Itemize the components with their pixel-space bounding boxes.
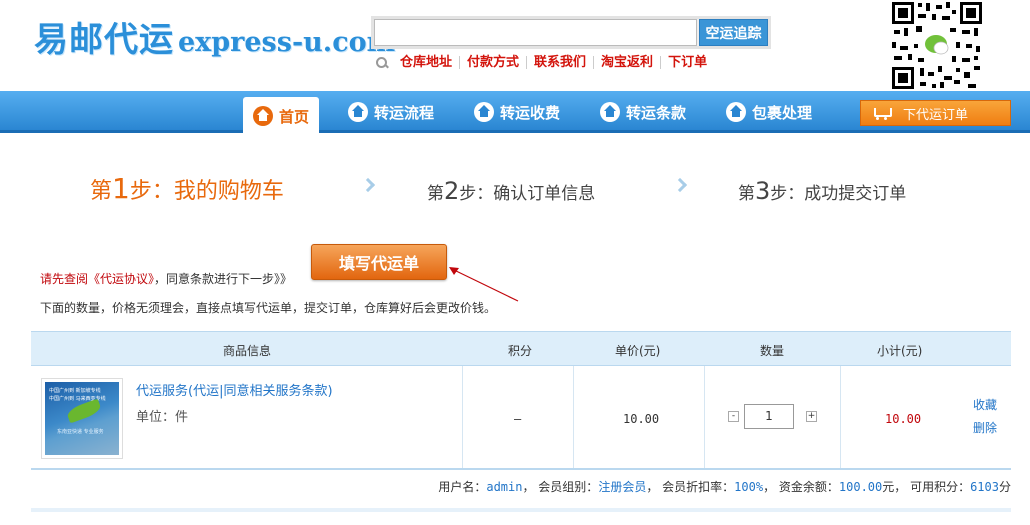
summary-label: ， 会员折扣率： [646,480,735,494]
link-warehouse-address[interactable]: 仓库地址 [393,56,461,69]
summary-label: 元， 可用积分： [882,480,971,494]
member-group-value: 注册会员 [598,480,647,494]
nav-label: 转运收费 [500,103,561,122]
subtotal-value: 10.00 [885,412,922,426]
step-number: 1 [112,172,130,205]
quick-links: 仓库地址 付款方式 联系我们 淘宝返利 下订单 [376,56,714,69]
cell-divider [462,366,463,468]
summary-label: 分 [998,480,1011,494]
points-value: — [514,412,522,426]
nav-item-process[interactable]: 转运流程 [348,91,434,133]
product-thumbnail[interactable]: 中国广州到 新加坡专线 中国广州到 马来西亚专线 东南亚快递 专业服务 [41,378,123,459]
step-number: 2 [444,177,460,205]
search-input[interactable] [374,19,697,46]
step-prefix: 第 [90,179,113,204]
step-number: 3 [755,177,771,205]
account-summary: 用户名：admin， 会员组别：注册会员， 会员折扣率：100%， 资金余额：1… [31,478,1011,495]
order-button-label: 下代运订单 [903,107,969,123]
col-unit-price: 单价(元) [615,344,661,358]
summary-label: 用户名： [438,480,487,494]
air-tracking-button[interactable]: 空运追踪 [699,19,768,46]
thumb-text: 东南亚快递 专业服务 [57,429,104,435]
col-quantity: 数量 [760,344,785,358]
nav-item-terms[interactable]: 转运条款 [600,91,686,133]
page: 易邮代运 express-u.com 空运追踪 仓库地址 付款方式 联系我们 淘… [0,0,1030,525]
favorite-link[interactable]: 收藏 [973,396,997,413]
nav-item-parcel[interactable]: 包裹处理 [726,91,812,133]
home-icon [348,102,368,122]
thumb-text: 中国广州到 新加坡专线 [49,388,101,394]
nav-item-fees[interactable]: 转运收费 [474,91,560,133]
home-icon [726,102,746,122]
qty-decrement-button[interactable]: - [728,411,739,422]
step-1: 第1步：我的购物车 [90,172,284,205]
home-icon [253,106,273,126]
summary-label: ， 资金余额： [763,480,839,494]
search-bar: 空运追踪 [371,16,771,49]
delete-link[interactable]: 删除 [973,419,997,436]
step-prefix: 第 [738,184,755,204]
product-unit: 单位：件 [136,410,189,425]
step-text: 步：我的购物车 [129,179,284,204]
nav-item-home[interactable]: 首页 [243,97,320,135]
nav-label: 首页 [279,107,310,126]
nav-label: 转运流程 [374,103,435,122]
table-header: 商品信息 积分 单价(元) 数量 小计(元) [31,331,1011,366]
points-total-value: 6103 [970,480,999,494]
table-row: 中国广州到 新加坡专线 中国广州到 马来西亚专线 东南亚快递 专业服务 代运服务… [31,366,1011,470]
col-subtotal: 小计(元) [877,344,923,358]
cell-divider [840,366,841,468]
step-text: 步：成功提交订单 [770,184,907,204]
quantity-input[interactable]: 1 [744,404,794,429]
notice-text: ，同意条款进行下一步》》 [154,272,293,286]
nav-label: 转运条款 [626,103,687,122]
search-icon [376,56,388,69]
balance-value: 100.00 [838,480,883,494]
fill-forwarding-order-button[interactable]: 填写代运单 [311,244,447,280]
site-logo[interactable]: 易邮代运 express-u.com [34,12,395,61]
home-icon [600,102,620,122]
step-2: 第2步：确认订单信息 [427,177,595,205]
username-value: admin [486,480,523,494]
unit-price-value: 10.00 [623,412,660,426]
checkout-steps: 第1步：我的购物车 第2步：确认订单信息 第3步：成功提交订单 [0,172,1030,212]
link-taobao-rebate[interactable]: 淘宝返利 [594,56,662,69]
product-image: 中国广州到 新加坡专线 中国广州到 马来西亚专线 东南亚快递 专业服务 [45,382,119,455]
price-note: 下面的数量，价格无须理会，直接点填写代运单，提交订单，仓库算好后会更改价钱。 [40,301,497,315]
plane-icon [65,398,103,424]
agreement-notice: 请先查阅《代运协议》，同意条款进行下一步》》 [40,270,292,287]
summary-label: ， 会员组别： [522,480,599,494]
cart-icon [871,106,892,120]
link-contact-us[interactable]: 联系我们 [527,56,595,69]
home-icon [474,102,494,122]
agreement-link[interactable]: 请先查阅《代运协议》 [40,272,154,286]
col-points: 积分 [508,344,533,358]
cell-divider [573,366,574,468]
step-prefix: 第 [427,184,444,204]
step-text: 步：确认订单信息 [459,184,596,204]
nav-label: 包裹处理 [752,103,813,122]
cart-table: 商品信息 积分 单价(元) 数量 小计(元) 中国广州到 新加坡专线 中国广州到… [31,331,1011,470]
col-product-info: 商品信息 [223,344,272,358]
qty-increment-button[interactable]: + [806,411,817,422]
logo-cn: 易邮代运 [34,20,174,60]
qr-code-image [890,0,984,91]
bottom-divider [31,508,1011,512]
link-payment-methods[interactable]: 付款方式 [460,56,528,69]
discount-value: 100% [734,480,764,494]
main-nav: 首页 转运流程 转运收费 转运条款 包裹处理 下代运订单 [0,91,1030,135]
product-name-link[interactable]: 代运服务(代运|同意相关服务条款) [136,380,333,399]
link-place-order[interactable]: 下订单 [661,56,714,69]
cell-divider [704,366,705,468]
place-forwarding-order-button[interactable]: 下代运订单 [860,100,1011,126]
step-3: 第3步：成功提交订单 [738,177,906,205]
logo-en: express-u.com [178,27,396,58]
